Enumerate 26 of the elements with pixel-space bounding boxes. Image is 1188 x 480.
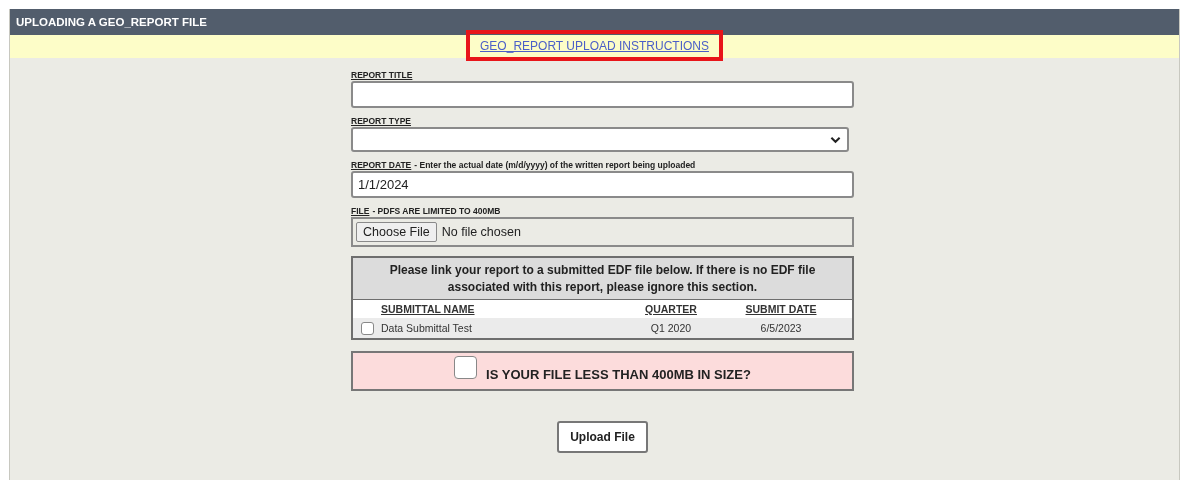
column-header: QUARTER [644, 303, 698, 315]
field-label: REPORT TYPE [351, 115, 411, 126]
instructions-link[interactable]: GEO_REPORT UPLOAD INSTRUCTIONS [480, 39, 709, 53]
table-cell-text: Q1 2020 [649, 322, 693, 334]
text-field[interactable] [351, 81, 854, 108]
column-header: SUBMIT DATE [744, 303, 818, 315]
choose-file-button[interactable]: Choose File [356, 222, 437, 242]
hint-text: - PDFS ARE LIMITED TO 400MB [372, 205, 501, 216]
field-label: REPORT DATE [351, 159, 412, 170]
select-field[interactable] [351, 127, 849, 152]
edf-notice: Please link your report to a submitted EDF file below. If there is no EDF file associated with this report, please ignore this section. [353, 258, 852, 300]
hint-text: - Enter the actual date (m/d/yyyy) of the written report being uploaded [414, 159, 696, 170]
size-question: IS YOUR FILE LESS THAN 400MB IN SIZE? [486, 366, 751, 382]
field-label: REPORT TITLE [351, 69, 413, 80]
chevron-down-icon [830, 136, 841, 144]
file-status: No file chosen [441, 225, 521, 239]
table-cell-text: Data Submittal Test [381, 322, 473, 334]
upload-button[interactable]: Upload File [557, 421, 648, 453]
column-header: SUBMITTAL NAME [381, 303, 476, 315]
table-cell-text: 6/5/2023 [759, 322, 803, 334]
row-checkbox[interactable] [360, 321, 374, 335]
table-row[interactable]: Data Submittal Test Q1 2020 6/5/2023 [353, 318, 852, 338]
panel-title: UPLOADING A GEO_REPORT FILE [16, 16, 207, 28]
size-checkbox[interactable] [454, 355, 478, 379]
field-label: FILE [351, 205, 370, 216]
text-field[interactable]: 1/1/2024 [351, 171, 854, 198]
